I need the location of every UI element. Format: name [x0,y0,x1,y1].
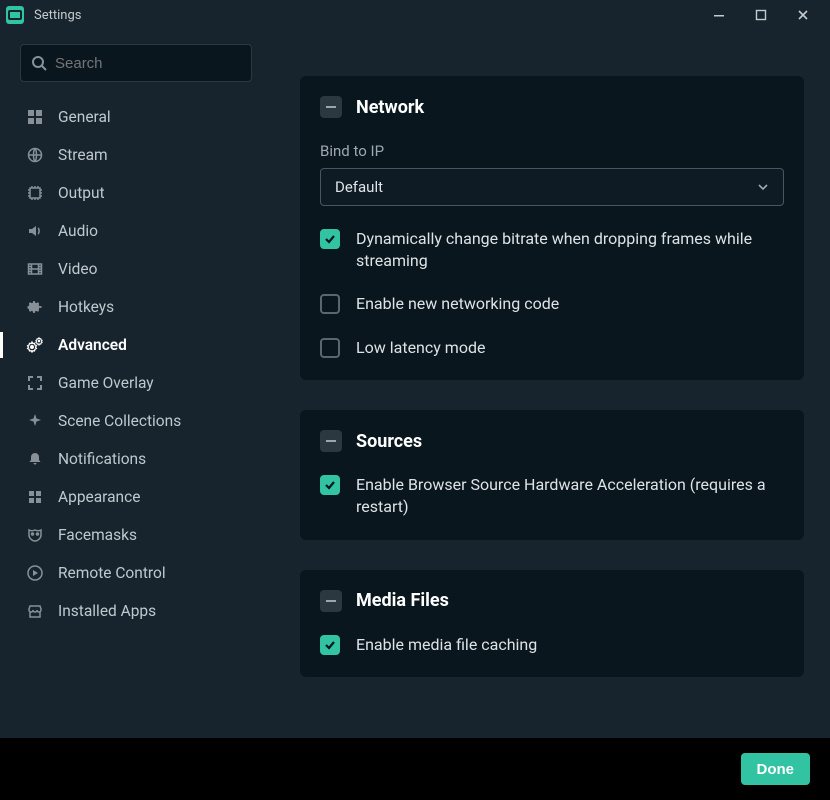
label-dynamic-bitrate: Dynamically change bitrate when dropping… [356,228,784,271]
app-icon [6,6,24,24]
panel-title-sources: Sources [356,431,422,452]
sidebar-item-output[interactable]: Output [0,174,272,212]
volume-icon [24,222,46,240]
sparkle-icon [24,412,46,430]
label-hw-accel: Enable Browser Source Hardware Accelerat… [356,474,784,517]
sidebar-item-general[interactable]: General [0,98,272,136]
sidebar-item-label: Game Overlay [58,374,154,392]
sidebar-item-appearance[interactable]: Appearance [0,478,272,516]
checkbox-hw-accel[interactable] [320,475,340,495]
panel-title-media: Media Files [356,590,449,611]
checkbox-row-new-networking[interactable]: Enable new networking code [320,293,784,315]
play-icon [24,564,46,582]
collapse-icon[interactable] [320,590,342,612]
checkbox-media-cache[interactable] [320,635,340,655]
sidebar-item-stream[interactable]: Stream [0,136,272,174]
gear-icon [24,298,46,316]
done-button[interactable]: Done [741,753,811,785]
search-icon [31,55,47,71]
sidebar-item-label: Remote Control [58,564,166,582]
sidebar-item-remote-control[interactable]: Remote Control [0,554,272,592]
sidebar-item-label: Facemasks [58,526,137,544]
panel-network: Network Bind to IP Default Dynamically c… [300,76,804,380]
chevron-down-icon [757,181,769,193]
collapse-icon[interactable] [320,96,342,118]
sidebar-item-label: General [58,108,111,126]
gears-icon [24,336,46,354]
close-button[interactable] [782,1,824,29]
grid-icon [24,108,46,126]
sidebar-item-advanced[interactable]: Advanced [0,326,272,364]
panel-title-network: Network [356,97,424,118]
sidebar: General Stream Output Audio Video Hotkeys Adva… [0,30,280,738]
window-title: Settings [34,8,81,23]
panel-sources: Sources Enable Browser Source Hardware A… [300,410,804,539]
sidebar-item-installed-apps[interactable]: Installed Apps [0,592,272,630]
checkbox-row-hw-accel[interactable]: Enable Browser Source Hardware Accelerat… [320,474,784,517]
store-icon [24,602,46,620]
sidebar-item-label: Appearance [58,488,140,506]
bell-icon [24,450,46,468]
minimize-button[interactable] [698,1,740,29]
checkbox-row-dynamic-bitrate[interactable]: Dynamically change bitrate when dropping… [320,228,784,271]
swatch-icon [24,488,46,506]
sidebar-item-hotkeys[interactable]: Hotkeys [0,288,272,326]
collapse-icon[interactable] [320,430,342,452]
sidebar-item-audio[interactable]: Audio [0,212,272,250]
checkbox-row-media-cache[interactable]: Enable media file caching [320,634,784,656]
checkbox-dynamic-bitrate[interactable] [320,229,340,249]
titlebar: Settings [0,0,830,30]
sidebar-item-label: Notifications [58,450,146,468]
sidebar-item-scene-collections[interactable]: Scene Collections [0,402,272,440]
sidebar-item-facemasks[interactable]: Facemasks [0,516,272,554]
panel-media: Media Files Enable media file caching [300,570,804,678]
sidebar-item-label: Hotkeys [58,298,114,316]
checkbox-low-latency[interactable] [320,338,340,358]
sidebar-item-label: Audio [58,222,98,240]
main-content: Network Bind to IP Default Dynamically c… [280,30,830,738]
mask-icon [24,526,46,544]
chip-icon [24,184,46,202]
sidebar-item-game-overlay[interactable]: Game Overlay [0,364,272,402]
label-low-latency: Low latency mode [356,337,485,359]
sidebar-item-label: Installed Apps [58,602,156,620]
sidebar-item-label: Output [58,184,105,202]
bind-ip-label: Bind to IP [320,142,784,160]
checkbox-new-networking[interactable] [320,294,340,314]
globe-icon [24,146,46,164]
sidebar-item-label: Scene Collections [58,412,181,430]
label-new-networking: Enable new networking code [356,293,559,315]
sidebar-item-notifications[interactable]: Notifications [0,440,272,478]
sidebar-item-label: Stream [58,146,108,164]
maximize-button[interactable] [740,1,782,29]
bind-ip-value: Default [335,178,383,196]
sidebar-item-label: Video [58,260,97,278]
search-input[interactable] [55,55,254,72]
film-icon [24,260,46,278]
expand-icon [24,374,46,392]
sidebar-item-video[interactable]: Video [0,250,272,288]
sidebar-item-label: Advanced [58,336,127,354]
bind-ip-select[interactable]: Default [320,168,784,206]
checkbox-row-low-latency[interactable]: Low latency mode [320,337,784,359]
search-input-wrap[interactable] [20,44,252,82]
footer: Done [0,738,830,800]
label-media-cache: Enable media file caching [356,634,537,656]
